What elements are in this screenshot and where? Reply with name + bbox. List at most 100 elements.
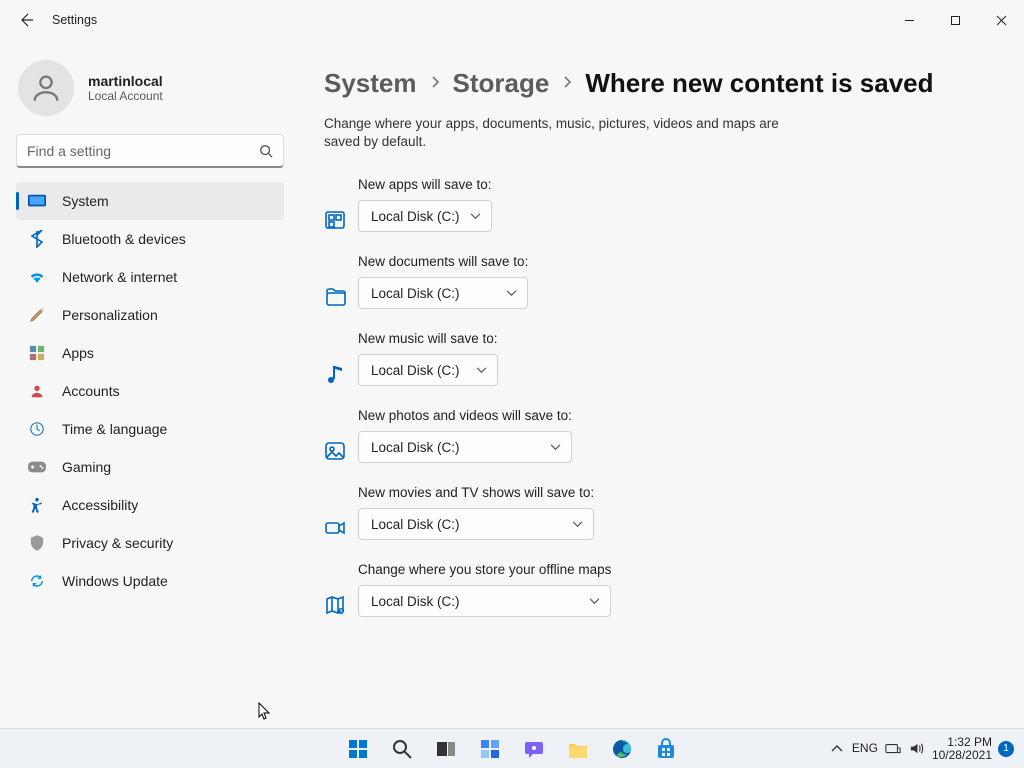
minimize-button[interactable]	[886, 4, 932, 36]
gaming-icon	[28, 458, 46, 476]
page-description: Change where your apps, documents, music…	[324, 115, 794, 151]
settings-window: Settings	[0, 0, 1024, 728]
dropdown-apps-location[interactable]: Local Disk (C:)	[358, 200, 492, 232]
setting-label: New photos and videos will save to:	[358, 408, 572, 423]
dropdown-value: Local Disk (C:)	[371, 363, 460, 378]
chevron-down-icon	[550, 444, 561, 451]
shield-icon	[28, 534, 46, 552]
breadcrumb-system[interactable]: System	[324, 68, 417, 99]
dropdown-maps-location[interactable]: Local Disk (C:)	[358, 585, 611, 617]
dropdown-value: Local Disk (C:)	[371, 517, 460, 532]
close-button[interactable]	[978, 4, 1024, 36]
dropdown-value: Local Disk (C:)	[371, 209, 460, 224]
taskbar-center	[339, 730, 685, 768]
chevron-down-icon	[476, 367, 487, 374]
paintbrush-icon	[28, 306, 46, 324]
sidebar-item-network[interactable]: Network & internet	[16, 258, 284, 296]
titlebar: Settings	[0, 0, 1024, 40]
chevron-down-icon	[572, 521, 583, 528]
page-title: Where new content is saved	[585, 68, 933, 99]
sidebar-item-label: Bluetooth & devices	[62, 231, 186, 247]
maps-save-icon	[324, 594, 346, 616]
store-button[interactable]	[647, 730, 685, 768]
clock-date: 10/28/2021	[932, 749, 992, 762]
sidebar-item-label: Time & language	[62, 421, 167, 437]
setting-photos: New photos and videos will save to: Loca…	[324, 408, 984, 463]
dropdown-value: Local Disk (C:)	[371, 286, 460, 301]
search-input[interactable]	[27, 143, 259, 159]
file-explorer-button[interactable]	[559, 730, 597, 768]
sidebar-item-label: Accounts	[62, 383, 120, 399]
setting-apps: New apps will save to: Local Disk (C:)	[324, 177, 984, 232]
wifi-icon	[28, 268, 46, 286]
window-title: Settings	[52, 13, 97, 27]
maximize-button[interactable]	[932, 4, 978, 36]
volume-tray-icon[interactable]	[908, 740, 926, 758]
sidebar-item-bluetooth[interactable]: Bluetooth & devices	[16, 220, 284, 258]
task-view-button[interactable]	[427, 730, 465, 768]
clock[interactable]: 1:32 PM 10/28/2021	[932, 736, 992, 761]
apps-save-icon	[324, 209, 346, 231]
setting-label: New documents will save to:	[358, 254, 528, 269]
sidebar-item-accessibility[interactable]: Accessibility	[16, 486, 284, 524]
tray-overflow-button[interactable]	[828, 740, 846, 758]
setting-label: Change where you store your offline maps	[358, 562, 611, 577]
setting-documents: New documents will save to: Local Disk (…	[324, 254, 984, 309]
sidebar-item-accounts[interactable]: Accounts	[16, 372, 284, 410]
window-controls	[886, 4, 1024, 36]
setting-maps: Change where you store your offline maps…	[324, 562, 984, 617]
edge-button[interactable]	[603, 730, 641, 768]
system-tray: ENG 1:32 PM 10/28/2021 1	[828, 736, 1024, 761]
documents-save-icon	[324, 286, 346, 308]
profile-subtitle: Local Account	[88, 89, 163, 103]
chevron-down-icon	[506, 290, 517, 297]
widgets-button[interactable]	[471, 730, 509, 768]
chevron-right-icon	[563, 75, 571, 93]
breadcrumb-storage[interactable]: Storage	[453, 68, 550, 99]
setting-music: New music will save to: Local Disk (C:)	[324, 331, 984, 386]
dropdown-value: Local Disk (C:)	[371, 440, 460, 455]
chat-button[interactable]	[515, 730, 553, 768]
music-save-icon	[324, 363, 346, 385]
language-indicator[interactable]: ENG	[852, 742, 878, 755]
setting-movies: New movies and TV shows will save to: Lo…	[324, 485, 984, 540]
sidebar-item-windows-update[interactable]: Windows Update	[16, 562, 284, 600]
search-box[interactable]	[16, 134, 284, 168]
globe-clock-icon	[28, 420, 46, 438]
notification-badge[interactable]: 1	[998, 741, 1014, 757]
sidebar-item-label: Gaming	[62, 459, 111, 475]
sidebar-item-personalization[interactable]: Personalization	[16, 296, 284, 334]
clock-time: 1:32 PM	[932, 736, 992, 749]
sidebar-item-label: Accessibility	[62, 497, 138, 513]
sidebar-item-time-language[interactable]: Time & language	[16, 410, 284, 448]
sidebar-item-label: Personalization	[62, 307, 158, 323]
sidebar-item-label: Windows Update	[62, 573, 168, 589]
apps-icon	[28, 344, 46, 362]
chevron-right-icon	[431, 75, 439, 93]
dropdown-value: Local Disk (C:)	[371, 594, 460, 609]
sidebar-item-gaming[interactable]: Gaming	[16, 448, 284, 486]
dropdown-movies-location[interactable]: Local Disk (C:)	[358, 508, 594, 540]
breadcrumb: System Storage Where new content is save…	[324, 68, 984, 99]
dropdown-documents-location[interactable]: Local Disk (C:)	[358, 277, 528, 309]
avatar-icon	[18, 60, 74, 116]
setting-label: New movies and TV shows will save to:	[358, 485, 594, 500]
start-button[interactable]	[339, 730, 377, 768]
sidebar-item-system[interactable]: System	[16, 182, 284, 220]
sidebar-item-apps[interactable]: Apps	[16, 334, 284, 372]
profile-name: martinlocal	[88, 73, 163, 89]
sidebar-item-label: Apps	[62, 345, 94, 361]
setting-label: New apps will save to:	[358, 177, 492, 192]
main-panel: System Storage Where new content is save…	[300, 40, 1024, 728]
dropdown-music-location[interactable]: Local Disk (C:)	[358, 354, 498, 386]
setting-label: New music will save to:	[358, 331, 498, 346]
chevron-down-icon	[470, 213, 481, 220]
network-tray-icon[interactable]	[884, 740, 902, 758]
back-button[interactable]	[18, 12, 34, 28]
nav-list: System Bluetooth & devices Network & int…	[16, 182, 292, 600]
sidebar-item-privacy[interactable]: Privacy & security	[16, 524, 284, 562]
profile-text: martinlocal Local Account	[88, 73, 163, 103]
profile-block[interactable]: martinlocal Local Account	[16, 50, 292, 128]
dropdown-photos-location[interactable]: Local Disk (C:)	[358, 431, 572, 463]
search-button[interactable]	[383, 730, 421, 768]
